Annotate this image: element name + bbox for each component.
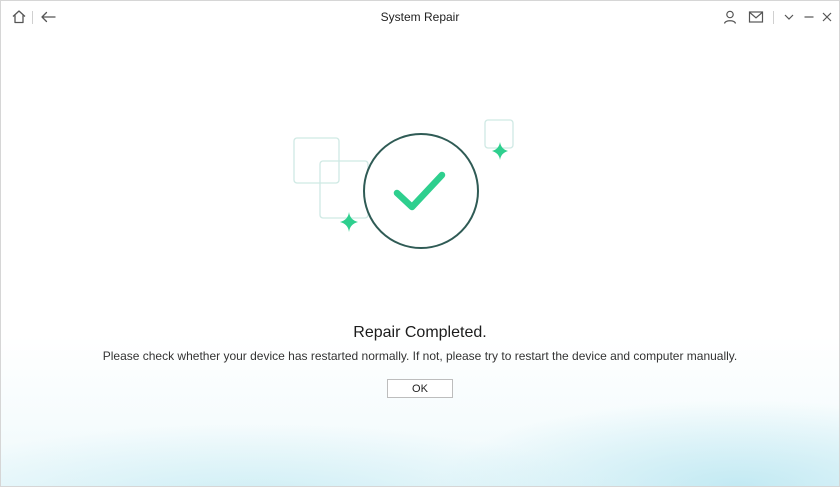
sparkle-icon-right (492, 142, 508, 160)
sparkle-icon-left (340, 212, 358, 232)
status-heading: Repair Completed. (353, 324, 487, 341)
toolbar-divider-right (773, 11, 774, 24)
success-illustration (281, 113, 531, 258)
close-icon[interactable] (817, 7, 837, 27)
mail-icon[interactable] (746, 7, 766, 27)
title-bar: System Repair (1, 1, 839, 35)
chevron-down-icon[interactable] (779, 7, 799, 27)
ok-button[interactable]: OK (387, 379, 453, 398)
window-title: System Repair (380, 10, 460, 24)
app-window: System Repair Repair Completed. Please c… (0, 0, 840, 487)
minimize-icon[interactable] (799, 7, 819, 27)
status-description: Please check whether your device has res… (102, 349, 738, 363)
decor-frame-middle (319, 160, 369, 219)
decor-frame-small (484, 119, 514, 149)
user-icon[interactable] (720, 7, 740, 27)
